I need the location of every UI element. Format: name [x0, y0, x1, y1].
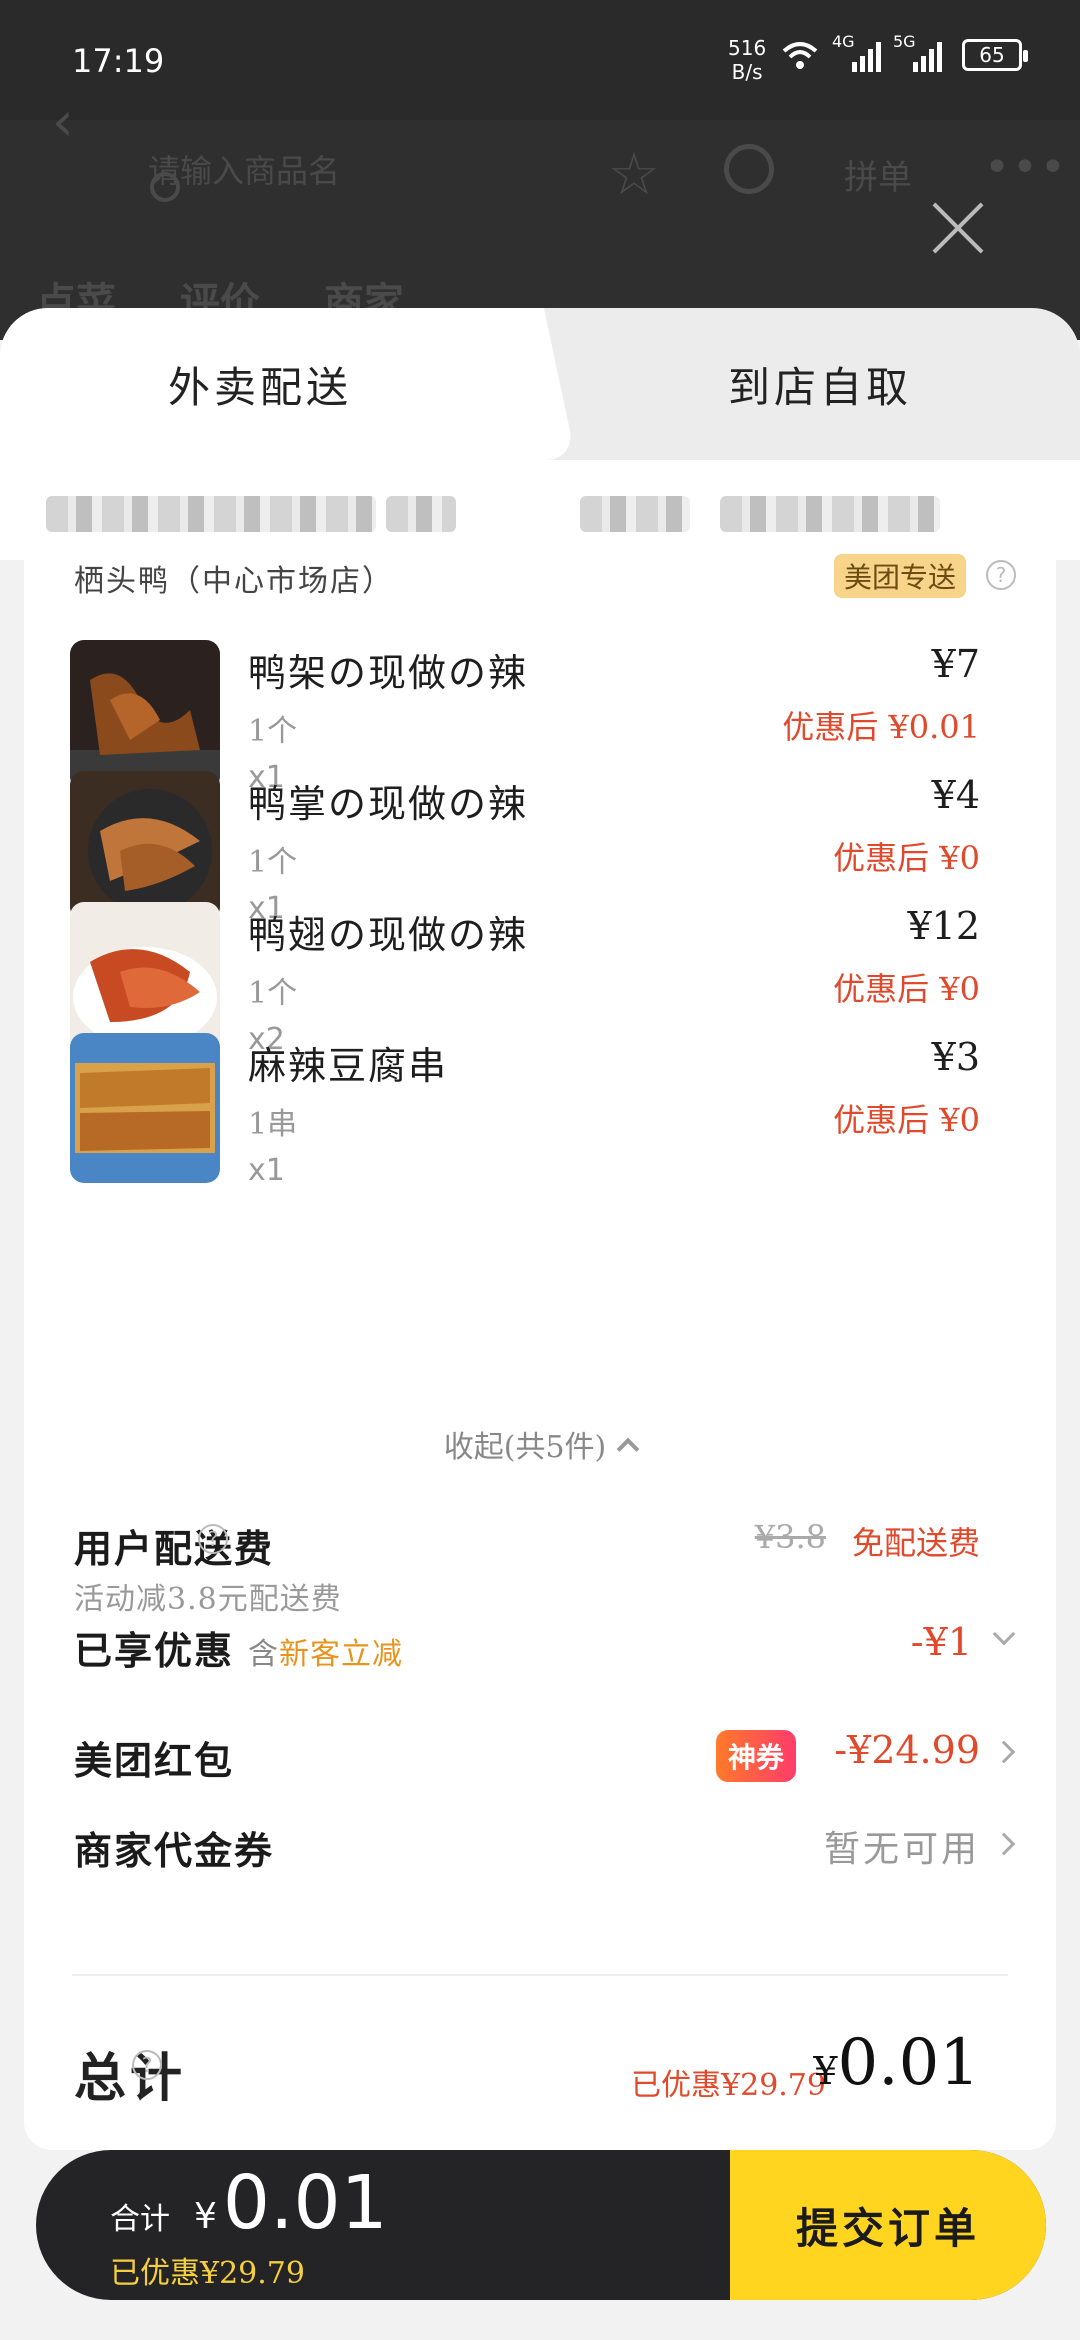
help-icon[interactable]: ? [198, 1524, 228, 1554]
item-spec: 1串 [248, 1107, 298, 1142]
divider [72, 1974, 1008, 1976]
delivery-fee-title: 用户配送费 [74, 1518, 274, 1573]
chevron-up-icon [616, 1437, 640, 1461]
address-bar[interactable] [0, 460, 1080, 560]
item-image [70, 771, 220, 921]
wifi-icon [782, 42, 818, 69]
discounts-new-customer: 新客立减 [279, 1637, 404, 1672]
discounts-han: 含 [248, 1637, 280, 1672]
delivery-tabs: 外卖配送 到店自取 [0, 308, 1080, 460]
chat-icon [724, 144, 774, 194]
chevron-right-icon[interactable] [992, 1832, 1016, 1856]
redpacket-title: 美团红包 [74, 1738, 235, 1783]
blurred-address [580, 496, 690, 532]
discounts-title: 已享优惠 [74, 1628, 235, 1673]
item-quantity: x1 [248, 1153, 285, 1188]
total-amount: ¥0.01 [813, 2026, 980, 2100]
help-icon[interactable]: ? [132, 2050, 162, 2080]
tab-delivery-label: 外卖配送 [167, 362, 352, 412]
signal-4g-label: 4G [832, 32, 855, 51]
tab-delivery[interactable]: 外卖配送 [0, 308, 520, 460]
voucher-value[interactable]: 暂无可用 [824, 1820, 980, 1872]
signal-5g-icon: 5G [893, 32, 942, 72]
item-price: ¥12 [907, 904, 980, 948]
total-title: 总计 [74, 2048, 187, 2109]
redpacket-value[interactable]: -¥24.99 [834, 1728, 980, 1772]
collapse-label: 收起(共5件) [443, 1430, 607, 1465]
search-placeholder: 请输入商品名 [148, 152, 341, 190]
item-name: 鸭架の现做の辣 [248, 651, 529, 695]
discounts-value: -¥1 [910, 1620, 972, 1664]
network-speed-value: 516 [728, 36, 767, 60]
item-image [70, 902, 220, 1052]
close-icon[interactable] [930, 200, 986, 256]
status-bar: 17:19 516 B/s 4G 5G 65 [0, 0, 1080, 120]
blurred-address [386, 496, 456, 532]
shop-name: 栖头鸭（中心市场店） [74, 564, 394, 599]
sum-amount-value: 0.01 [222, 2160, 388, 2246]
item-price: ¥4 [931, 773, 980, 817]
chevron-down-icon[interactable] [992, 1622, 1016, 1646]
item-spec: 1个 [248, 714, 298, 749]
delivery-fee-value: 免配送费 [851, 1524, 980, 1562]
sum-label: 合计 [110, 2202, 170, 2237]
signal-4g-icon: 4G [832, 32, 881, 72]
status-icons: 4G 5G 65 [780, 32, 1028, 72]
sum-currency: ¥ [194, 2196, 217, 2237]
item-name: 鸭掌の现做の辣 [248, 782, 529, 826]
pindan-label: 拼单 [844, 158, 912, 198]
item-name: 麻辣豆腐串 [248, 1044, 449, 1088]
item-price: ¥7 [931, 642, 980, 686]
tab-pickup-label: 到店自取 [727, 362, 912, 412]
blurred-address [46, 496, 376, 532]
item-discount-price: 优惠后 ¥0 [833, 839, 980, 877]
checkout-bar: 合计 ¥0.01 已优惠¥29.79 提交订单 [36, 2150, 1046, 2300]
list-item: 麻辣豆腐串 1串 x1 ¥3 优惠后 ¥0 [24, 1033, 1056, 1229]
blurred-address [720, 496, 940, 532]
delivery-fee-original: ¥3.8 [754, 1518, 826, 1556]
tab-pickup[interactable]: 到店自取 [620, 308, 1020, 460]
item-spec: 1个 [248, 976, 298, 1011]
star-icon: ☆ [608, 140, 660, 208]
discounts-row[interactable]: 已享优惠 含新客立减 [74, 1620, 403, 1675]
delivery-fee-label: 用户配送费 [74, 1526, 275, 1571]
submit-order-button[interactable]: 提交订单 [730, 2150, 1046, 2300]
item-discount-price: 优惠后 ¥0.01 [782, 708, 980, 746]
discounts-detail: 含新客立减 [248, 1637, 403, 1672]
sum-amount: ¥0.01 [194, 2160, 388, 2246]
sum-saved: 已优惠¥29.79 [110, 2256, 305, 2291]
item-discount-price: 优惠后 ¥0 [833, 970, 980, 1008]
network-speed-unit: B/s [731, 60, 763, 84]
background-page: ‹ 请输入商品名 ☆ 拼单 ••• 点菜 评价 商家 [0, 90, 1080, 340]
status-time: 17:19 [72, 42, 165, 80]
item-spec: 1个 [248, 845, 298, 880]
item-image [70, 1033, 220, 1183]
voucher-title: 商家代金券 [74, 1828, 275, 1873]
shenquan-badge: 神券 [716, 1730, 797, 1782]
help-icon[interactable]: ? [986, 560, 1016, 590]
total-amount-value: 0.01 [837, 2026, 981, 2100]
back-icon: ‹ [52, 90, 74, 153]
network-speed: 516 B/s [728, 36, 766, 84]
delivery-badge: 美团专送 [834, 554, 967, 598]
item-name: 鸭翅の现做の辣 [248, 913, 529, 957]
signal-5g-label: 5G [893, 32, 916, 51]
collapse-button[interactable]: 收起(共5件) [24, 1422, 1056, 1466]
item-discount-price: 优惠后 ¥0 [833, 1101, 980, 1139]
more-icon: ••• [984, 142, 1068, 193]
battery-icon: 65 [962, 39, 1028, 71]
item-price: ¥3 [931, 1035, 980, 1079]
order-card: 栖头鸭（中心市场店） 美团专送 ? 鸭架の现做の辣 1个 x1 ¥7 优惠后 ¥… [24, 554, 1056, 2150]
chevron-right-icon[interactable] [992, 1740, 1016, 1764]
delivery-fee-sub: 活动减3.8元配送费 [74, 1582, 342, 1617]
item-image [70, 640, 220, 790]
total-saved: 已优惠¥29.79 [631, 2068, 826, 2103]
total-currency: ¥ [813, 2049, 838, 2093]
